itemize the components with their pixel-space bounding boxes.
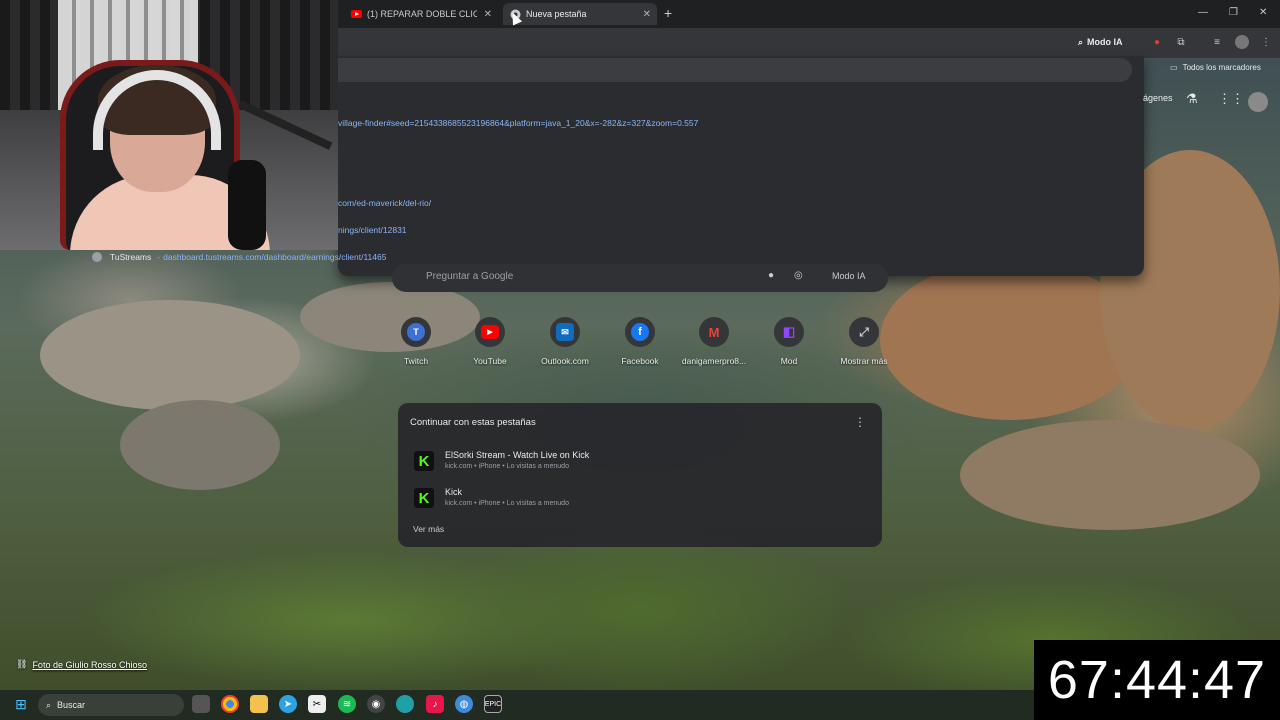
suggestion-title: TuStreams xyxy=(110,252,152,262)
close-tab-icon[interactable]: ✕ xyxy=(643,9,651,20)
shortcut-gmail[interactable]: M danigamerpro8... xyxy=(679,317,749,366)
shortcut-outlook[interactable]: ✉ Outlook.com xyxy=(530,317,600,366)
bookmarks-label: Todos los marcadores xyxy=(1182,62,1261,72)
modo-ia-search-button[interactable]: Modo IA xyxy=(832,271,866,281)
modo-ia-label: Modo IA xyxy=(1087,37,1123,47)
close-window-button[interactable]: ✕ xyxy=(1259,7,1267,18)
microphone xyxy=(228,160,266,250)
youtube-icon xyxy=(350,8,362,20)
google-search-box[interactable]: Preguntar a Google ● ◎ Modo IA xyxy=(392,264,888,292)
suggestion-url[interactable]: village-finder#seed=2154338685523196864&… xyxy=(338,118,698,128)
epic-games-icon[interactable]: EPIC xyxy=(484,695,502,713)
outlook-icon: ✉ xyxy=(550,317,580,347)
youtube-icon: ▶ xyxy=(475,317,505,347)
shortcut-twitch[interactable]: T Twitch xyxy=(381,317,451,366)
folder-icon: ▭ xyxy=(1170,62,1178,72)
tab-new-tab[interactable]: Nueva pestaña ✕ xyxy=(503,3,657,25)
address-bar[interactable] xyxy=(338,58,1132,82)
extension-red-icon[interactable]: ● xyxy=(1150,35,1164,49)
continue-tabs-card: Continuar con estas pestañas ⋮ K ElSorki… xyxy=(398,403,882,547)
search-icon: ⌕ xyxy=(46,699,52,710)
network-globe-icon[interactable]: ◍ xyxy=(455,695,473,713)
spotify-icon[interactable]: ≋ xyxy=(338,695,356,713)
browser-toolbar xyxy=(338,28,1280,58)
photo-credit-text: Foto de Giulio Rosso Chioso xyxy=(32,659,147,670)
item-title: ElSorki Stream - Watch Live on Kick xyxy=(445,450,590,460)
shortcut-label: Outlook.com xyxy=(541,356,589,366)
shortcut-label: danigamerpro8... xyxy=(681,356,747,366)
list-item[interactable]: K Kick kick.com • iPhone • Lo visitas a … xyxy=(410,484,870,516)
shortcut-mod[interactable]: ◧ Mod xyxy=(754,317,824,366)
all-bookmarks[interactable]: ▭ Todos los marcadores xyxy=(1170,58,1280,76)
menu-kebab-icon[interactable]: ⋮ xyxy=(1259,35,1273,49)
taskbar-search[interactable]: ⌕ Buscar xyxy=(38,694,184,716)
tustreams-favicon xyxy=(92,252,102,262)
rock xyxy=(120,400,280,490)
card-title: Continuar con estas pestañas xyxy=(410,417,536,428)
suggestion-url[interactable]: com/ed-maverick/del-rio/ xyxy=(338,198,431,208)
account-avatar[interactable] xyxy=(1248,92,1268,112)
rock xyxy=(960,420,1260,530)
apps-grid-icon[interactable]: ⋮⋮ xyxy=(1218,91,1244,109)
link-icon: ⛓ xyxy=(16,659,28,669)
file-explorer-icon[interactable] xyxy=(250,695,268,713)
omnibox-dropdown xyxy=(338,56,1144,276)
tab-title: (1) REPARAR DOBLE CLICK LOG xyxy=(367,9,477,19)
kick-icon: K xyxy=(414,451,434,471)
extensions-icon[interactable]: ⧉ xyxy=(1174,35,1188,49)
shortcut-label: Mod xyxy=(780,356,798,366)
modo-ia-button[interactable]: ⌕ Modo IA xyxy=(1078,33,1123,51)
tab-title: Nueva pestaña xyxy=(526,9,587,19)
capcut-icon[interactable]: ✂ xyxy=(308,695,326,713)
suggestion-separator: - xyxy=(157,252,161,262)
item-title: Kick xyxy=(445,487,463,497)
item-meta: kick.com • iPhone • Lo visitas a menudo xyxy=(445,500,569,507)
twitch-icon: T xyxy=(401,317,431,347)
labs-flask-icon[interactable]: ⚗ xyxy=(1186,91,1198,109)
telegram-icon[interactable]: ➤ xyxy=(279,695,297,713)
webcam-overlay xyxy=(0,0,338,250)
taskbar-search-label: Buscar xyxy=(57,700,86,710)
chrome-icon[interactable] xyxy=(221,695,239,713)
ver-mas-link[interactable]: Ver más xyxy=(413,524,444,534)
item-meta: kick.com • iPhone • Lo visitas a menudo xyxy=(445,463,569,470)
shortcut-label: YouTube xyxy=(473,356,507,366)
shortcut-label: Twitch xyxy=(403,356,429,366)
rock xyxy=(40,300,300,410)
shortcut-label: Facebook xyxy=(621,356,659,366)
lens-icon[interactable]: ◎ xyxy=(794,270,803,281)
media-queue-icon[interactable]: ≡ xyxy=(1210,35,1224,49)
close-tab-icon[interactable]: ✕ xyxy=(484,9,492,20)
edge-icon[interactable] xyxy=(396,695,414,713)
mic-icon[interactable]: ● xyxy=(768,270,774,281)
kick-icon: K xyxy=(414,488,434,508)
minimize-button[interactable]: — xyxy=(1198,7,1208,18)
suggestion-url: dashboard.tustreams.com/dashboard/earnin… xyxy=(163,252,387,262)
card-menu-icon[interactable]: ⋮ xyxy=(854,415,866,429)
shortcut-youtube[interactable]: ▶ YouTube xyxy=(455,317,525,366)
tiktok-icon[interactable]: ♪ xyxy=(426,695,444,713)
tab-youtube[interactable]: (1) REPARAR DOBLE CLICK LOG ✕ xyxy=(344,3,498,25)
new-tab-button[interactable]: + xyxy=(664,5,672,21)
shortcut-label: Mostrar más xyxy=(840,356,888,366)
shortcut-show-more[interactable]: ⤢ Mostrar más xyxy=(829,317,899,366)
gmail-icon: M xyxy=(699,317,729,347)
search-placeholder: Preguntar a Google xyxy=(426,271,514,282)
obs-icon[interactable]: ◉ xyxy=(367,695,385,713)
list-item[interactable]: K ElSorki Stream - Watch Live on Kick ki… xyxy=(410,447,870,479)
windows-start-icon[interactable]: ⊞ xyxy=(12,695,30,713)
facebook-icon: f xyxy=(625,317,655,347)
photo-credit-link[interactable]: ⛓ Foto de Giulio Rosso Chioso xyxy=(16,659,147,670)
suggestion-url[interactable]: nings/client/12831 xyxy=(338,225,407,235)
search-spark-icon: ⌕ xyxy=(1078,36,1084,47)
profile-avatar[interactable] xyxy=(1235,35,1249,49)
twitch-mod-icon: ◧ xyxy=(774,317,804,347)
shortcut-facebook[interactable]: f Facebook xyxy=(605,317,675,366)
task-view-icon[interactable] xyxy=(192,695,210,713)
stream-timer: 67:44:47 xyxy=(1034,640,1280,720)
maximize-button[interactable]: ❐ xyxy=(1229,7,1238,18)
expand-icon: ⤢ xyxy=(849,317,879,347)
images-link[interactable]: ágenes xyxy=(1143,93,1173,111)
